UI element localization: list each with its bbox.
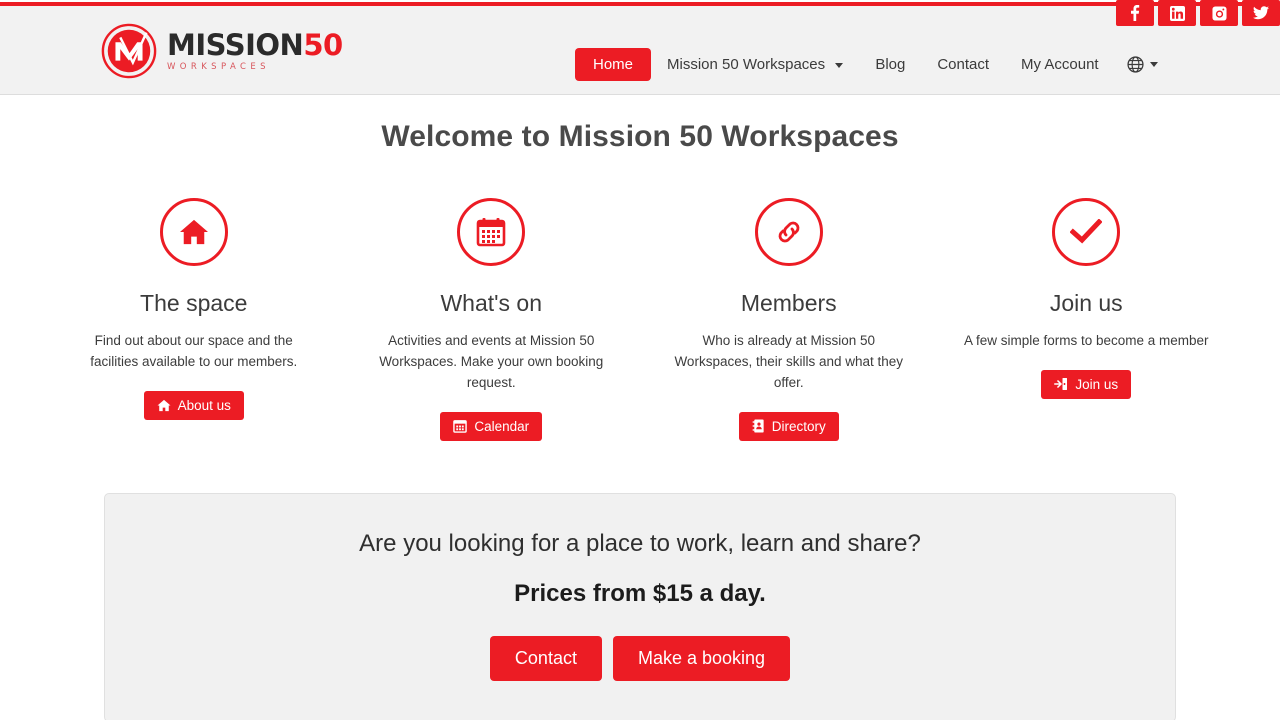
calendar-label: Calendar <box>474 418 530 434</box>
globe-icon <box>1127 56 1144 73</box>
chevron-down-icon <box>835 62 844 68</box>
main-navigation: Home Mission 50 Workspaces Blog Contact … <box>575 48 1170 81</box>
twitter-glyph <box>1253 6 1269 20</box>
about-us-button[interactable]: About us <box>143 390 244 420</box>
calendar-glyph <box>476 218 506 247</box>
make-a-booking-button[interactable]: Make a booking <box>612 635 791 681</box>
calendar-button[interactable]: Calendar <box>440 411 543 441</box>
logo-word-mission: MISSION <box>167 27 304 62</box>
mission50-logo-mark <box>101 23 157 79</box>
directory-label: Directory <box>771 418 826 434</box>
instagram-icon[interactable] <box>1200 0 1238 26</box>
calendar-icon <box>457 198 526 266</box>
sign-in-icon <box>1054 378 1068 391</box>
cta-question: Are you looking for a place to work, lea… <box>359 529 921 557</box>
address-book-icon <box>752 419 764 433</box>
logo-wordmark: MISSION50 WORKSPACES <box>167 27 343 72</box>
feature-members: Members Who is already at Mission 50 Wor… <box>640 198 938 441</box>
feature-description: Who is already at Mission 50 Workspaces,… <box>674 333 904 390</box>
facebook-glyph <box>1131 5 1140 21</box>
cta-buttons: Contact Make a booking <box>125 635 1155 681</box>
facebook-icon[interactable] <box>1116 0 1154 26</box>
nav-label-blog: Blog <box>875 56 906 73</box>
calendar-icon <box>453 420 468 434</box>
feature-columns: The space Find out about our space and t… <box>45 198 1235 441</box>
feature-the-space: The space Find out about our space and t… <box>45 198 343 441</box>
linkedin-icon[interactable] <box>1158 0 1196 26</box>
home-icon <box>157 399 171 411</box>
site-logo[interactable]: MISSION50 WORKSPACES <box>100 22 343 80</box>
about-us-label: About us <box>177 397 231 413</box>
twitter-icon[interactable] <box>1242 0 1280 26</box>
nav-label-home: Home <box>593 56 634 73</box>
page-content: Welcome to Mission 50 Workspaces The spa… <box>0 95 1280 720</box>
join-us-label: Join us <box>1075 376 1119 392</box>
check-glyph <box>1070 219 1103 244</box>
page-title: Welcome to Mission 50 Workspaces <box>381 120 899 153</box>
contact-button[interactable]: Contact <box>489 635 602 681</box>
feature-join-us: Join us A few simple forms to become a m… <box>938 198 1236 441</box>
nav-item-home[interactable]: Home <box>575 48 652 81</box>
feature-whats-on: What's on Activities and events at Missi… <box>343 198 641 441</box>
nav-item-blog[interactable]: Blog <box>859 48 921 81</box>
feature-title: The space <box>140 290 248 316</box>
cta-panel: Are you looking for a place to work, lea… <box>104 492 1176 720</box>
directory-button[interactable]: Directory <box>738 411 839 441</box>
chevron-down-icon <box>1149 62 1158 67</box>
language-selector[interactable] <box>1115 48 1170 81</box>
feature-title: Join us <box>1049 290 1123 316</box>
join-us-button[interactable]: Join us <box>1041 369 1132 399</box>
home-glyph <box>179 219 208 245</box>
cta-price: Prices from $15 a day. <box>514 579 766 607</box>
feature-description: A few simple forms to become a member <box>963 333 1209 348</box>
social-links <box>1116 0 1280 26</box>
feature-description: Activities and events at Mission 50 Work… <box>379 333 604 390</box>
link-glyph <box>778 221 800 243</box>
nav-label-contact: Contact <box>937 56 990 73</box>
instagram-glyph <box>1211 5 1227 21</box>
logo-word-fifty: 50 <box>303 27 343 62</box>
feature-title: What's on <box>440 290 543 316</box>
link-icon <box>754 198 823 266</box>
logo-subtitle: WORKSPACES <box>167 61 270 72</box>
nav-label-my-account: My Account <box>1021 56 1099 73</box>
check-icon <box>1052 198 1121 266</box>
nav-item-my-account[interactable]: My Account <box>1005 48 1115 81</box>
feature-title: Members <box>740 290 837 316</box>
nav-item-mission-50-workspaces[interactable]: Mission 50 Workspaces <box>651 48 859 81</box>
nav-item-contact[interactable]: Contact <box>921 48 1005 81</box>
home-icon <box>159 198 228 266</box>
site-header: MISSION50 WORKSPACES Home Mission 50 Wor… <box>0 0 1280 95</box>
feature-description: Find out about our space and the facilit… <box>90 333 298 369</box>
nav-label-workspaces: Mission 50 Workspaces <box>667 56 826 73</box>
linkedin-glyph <box>1169 5 1185 21</box>
